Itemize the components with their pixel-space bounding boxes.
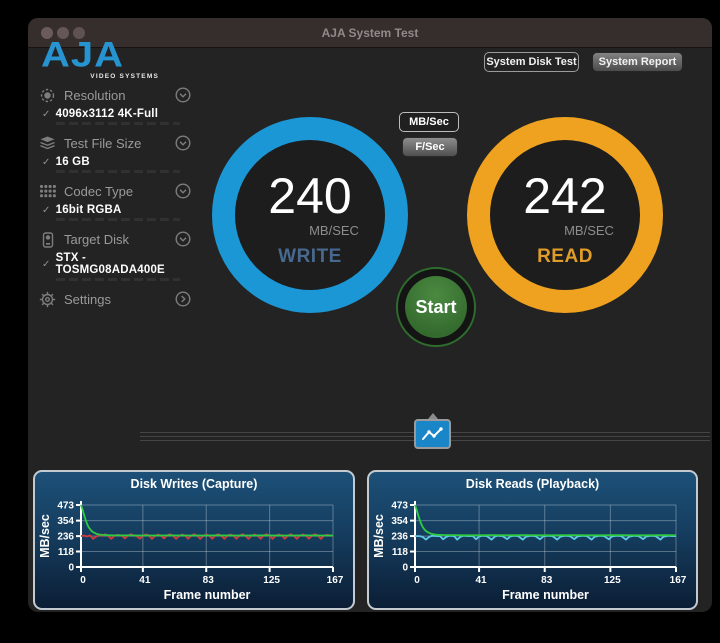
- system-disk-test-button[interactable]: System Disk Test: [484, 52, 579, 72]
- disk-icon: [39, 231, 56, 248]
- svg-text:167: 167: [670, 575, 687, 586]
- write-gauge-label: WRITE: [278, 246, 342, 267]
- sidebar-item-label: Resolution: [64, 88, 126, 103]
- layers-icon: [39, 135, 56, 152]
- dimmed-option-hint: [56, 122, 180, 125]
- svg-text:236: 236: [57, 532, 74, 543]
- chevron-down-icon[interactable]: [175, 183, 191, 202]
- svg-text:0: 0: [80, 575, 86, 586]
- dimmed-option-hint: [56, 170, 180, 173]
- svg-text:MB/sec: MB/sec: [38, 514, 52, 558]
- fsec-unit-button[interactable]: F/Sec: [402, 137, 458, 157]
- aja-logo: AJA VIDEO SYSTEMS: [41, 35, 159, 80]
- chart-toggle-button[interactable]: [414, 413, 451, 449]
- codec-type-selected-value[interactable]: ✓ 16bit RGBA: [42, 204, 191, 216]
- svg-text:41: 41: [139, 575, 151, 586]
- disk-writes-chart-panel: Disk Writes (Capture) 0 118 236 354 473 0 41 83…: [33, 470, 355, 610]
- read-speed-gauge: 242 MB/SEC READ: [467, 117, 663, 313]
- sidebar-item-label: Target Disk: [64, 232, 130, 247]
- start-button[interactable]: Start: [396, 267, 476, 347]
- svg-text:473: 473: [57, 501, 74, 512]
- start-button-label[interactable]: Start: [405, 276, 467, 338]
- test-file-size-value-text: 16 GB: [55, 156, 90, 168]
- mbsec-unit-button[interactable]: MB/Sec: [399, 112, 459, 132]
- chevron-down-icon[interactable]: [175, 87, 191, 106]
- check-icon: ✓: [42, 108, 51, 120]
- sidebar-item-target-disk[interactable]: Target Disk: [39, 229, 191, 250]
- check-icon: ✓: [42, 204, 51, 216]
- chip-icon: [39, 87, 56, 104]
- target-disk-selected-value[interactable]: ✓ STX - TOSMG08ADA400E: [42, 252, 191, 276]
- sidebar-item-test-file-size[interactable]: Test File Size: [39, 133, 191, 154]
- dimmed-option-hint: [56, 278, 180, 281]
- grid-icon: [39, 183, 56, 200]
- sidebar: Resolution ✓ 4096x3112 4K-Full Test File…: [39, 85, 191, 310]
- app-window: AJA System Test AJA VIDEO SYSTEMS System…: [28, 18, 712, 612]
- svg-text:Frame number: Frame number: [164, 588, 251, 602]
- splitter-arrow-icon: [427, 413, 438, 419]
- line-chart-icon: [422, 426, 443, 440]
- resolution-value-text: 4096x3112 4K-Full: [55, 108, 159, 120]
- svg-text:0: 0: [68, 563, 74, 574]
- write-speed-unit: MB/SEC: [309, 223, 359, 238]
- check-icon: ✓: [42, 156, 51, 168]
- disk-writes-chart-svg: 0 118 236 354 473 0 41 83 125 167 MB/sec Frame numb…: [38, 501, 344, 603]
- svg-text:125: 125: [263, 575, 280, 586]
- svg-text:Frame number: Frame number: [502, 588, 589, 602]
- svg-text:0: 0: [414, 575, 420, 586]
- chevron-down-icon[interactable]: [175, 231, 191, 250]
- svg-text:354: 354: [391, 516, 408, 527]
- sidebar-item-label: Settings: [64, 292, 111, 307]
- aja-logo-text: AJA: [41, 35, 125, 75]
- svg-text:83: 83: [203, 575, 215, 586]
- write-speed-gauge: 240 MB/SEC WRITE: [212, 117, 408, 313]
- sidebar-item-label: Codec Type: [64, 184, 134, 199]
- svg-text:236: 236: [391, 532, 408, 543]
- svg-text:125: 125: [604, 575, 621, 586]
- sidebar-item-codec-type[interactable]: Codec Type: [39, 181, 191, 202]
- read-speed-value: 242: [523, 168, 607, 224]
- gear-icon: [39, 291, 56, 308]
- test-file-size-selected-value[interactable]: ✓ 16 GB: [42, 156, 191, 168]
- svg-text:0: 0: [402, 563, 408, 574]
- check-icon: ✓: [42, 258, 51, 270]
- codec-type-value-text: 16bit RGBA: [55, 204, 122, 216]
- read-speed-unit: MB/SEC: [564, 223, 614, 238]
- dimmed-option-hint: [56, 218, 180, 221]
- sidebar-item-label: Test File Size: [64, 136, 142, 151]
- resolution-selected-value[interactable]: ✓ 4096x3112 4K-Full: [42, 108, 191, 120]
- svg-text:354: 354: [57, 516, 74, 527]
- svg-text:473: 473: [391, 501, 408, 512]
- sidebar-item-settings[interactable]: Settings: [39, 289, 191, 310]
- svg-text:167: 167: [327, 575, 344, 586]
- chevron-down-icon[interactable]: [175, 135, 191, 154]
- svg-text:41: 41: [476, 575, 488, 586]
- target-disk-value-text: STX - TOSMG08ADA400E: [55, 252, 165, 276]
- sidebar-item-resolution[interactable]: Resolution: [39, 85, 191, 106]
- disk-reads-chart-svg: 0 118 236 354 473 0 41 83 125 167 MB/sec Frame numb…: [372, 501, 687, 603]
- svg-text:118: 118: [392, 547, 409, 558]
- svg-text:83: 83: [541, 575, 553, 586]
- write-speed-value: 240: [268, 168, 352, 224]
- svg-text:MB/sec: MB/sec: [372, 514, 386, 558]
- disk-reads-chart-panel: Disk Reads (Playback) 0 118 236 354 473 0 41 83…: [367, 470, 698, 610]
- system-report-button[interactable]: System Report: [592, 52, 683, 72]
- chevron-right-icon[interactable]: [175, 291, 191, 310]
- svg-text:118: 118: [58, 547, 75, 558]
- read-gauge-label: READ: [537, 246, 593, 267]
